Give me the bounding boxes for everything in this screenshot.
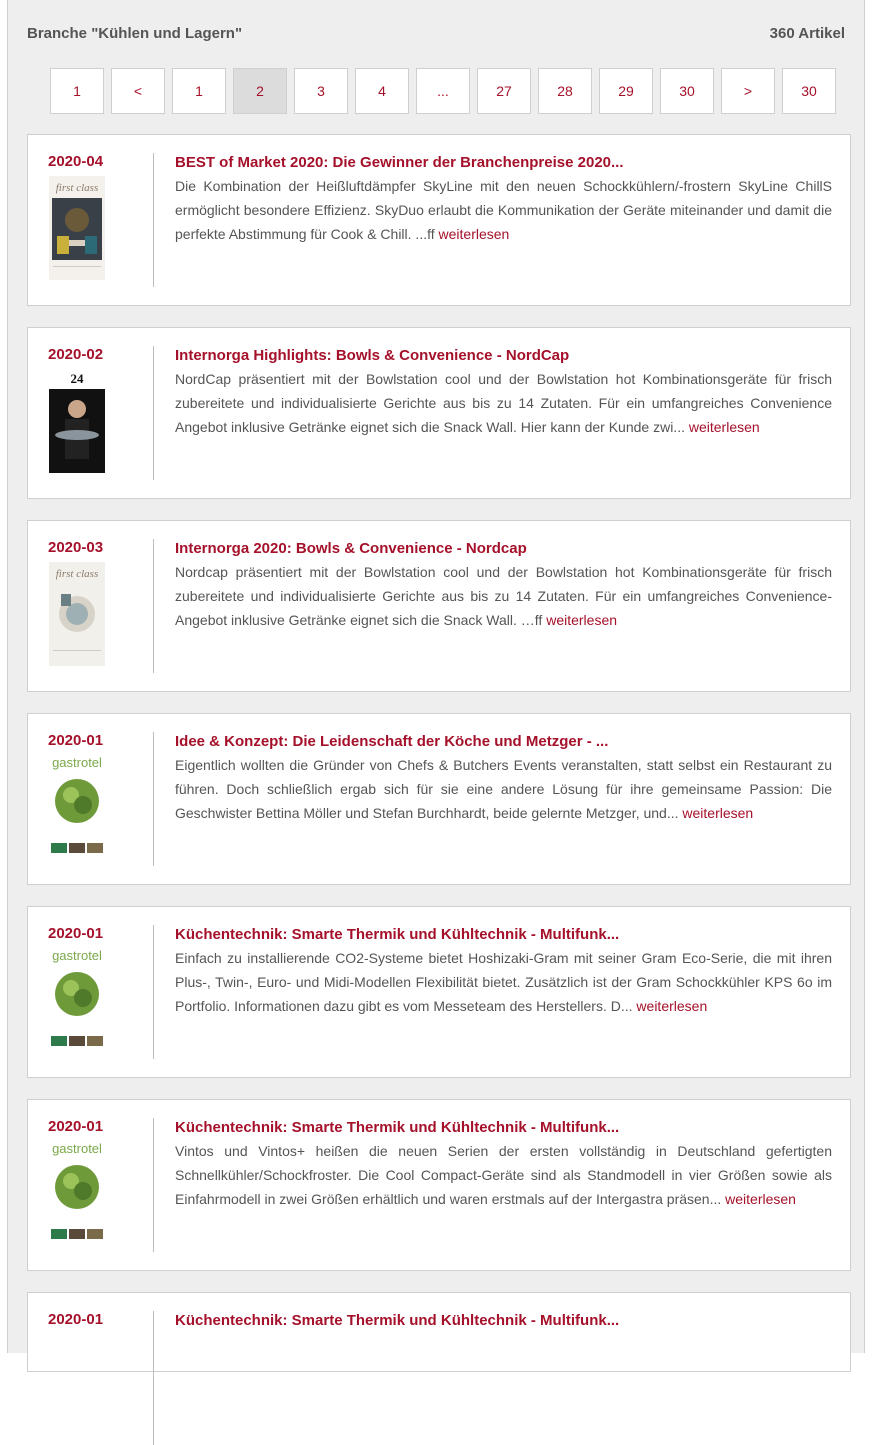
article-title-link[interactable]: Internorga 2020: Bowls & Convenience - N… — [175, 539, 832, 559]
article-date: 2020-02 — [48, 346, 104, 363]
cover-masthead: first class — [56, 182, 98, 194]
article-title-link[interactable]: Küchentechnik: Smarte Thermik und Kühlte… — [175, 1311, 832, 1331]
excerpt-text: Einfach zu installierende CO2-Systeme bi… — [175, 950, 832, 1014]
page-27-button[interactable]: 27 — [477, 68, 531, 114]
divider — [153, 1311, 154, 1445]
cover-masthead: gastrotel — [52, 755, 102, 770]
page-28-button[interactable]: 28 — [538, 68, 592, 114]
cover-masthead: first class — [56, 568, 98, 580]
article-card: 2020-01 gastrotel Idee & Konzept: Die Le… — [27, 713, 851, 885]
page-ellipsis[interactable]: ... — [416, 68, 470, 114]
article-title-link[interactable]: Küchentechnik: Smarte Thermik und Kühlte… — [175, 1118, 832, 1138]
article-card: 2020-04 first class BEST of Market 2020:… — [27, 134, 851, 306]
article-card: 2020-01 gastrotel Küchentechnik: Smarte … — [27, 1099, 851, 1271]
read-more-link[interactable]: weiterlesen — [546, 612, 617, 628]
cover-masthead: gastrotel — [52, 948, 102, 963]
divider — [153, 732, 154, 866]
page-prev-button[interactable]: < — [111, 68, 165, 114]
article-date: 2020-04 — [48, 153, 104, 170]
divider — [153, 1118, 154, 1252]
page-1-button[interactable]: 1 — [172, 68, 226, 114]
page-first-button[interactable]: 1 — [50, 68, 104, 114]
article-excerpt: Einfach zu installierende CO2-Systeme bi… — [175, 946, 832, 1018]
cover-masthead: 24 — [71, 371, 85, 386]
page-3-button[interactable]: 3 — [294, 68, 348, 114]
article-excerpt: Die Kombination der Heißluftdämpfer SkyL… — [175, 174, 832, 246]
magazine-cover-thumbnail[interactable]: first class — [49, 176, 105, 280]
pagination: 1 < 1 2 3 4 ... 27 28 29 30 > 30 — [50, 68, 836, 116]
cover-masthead: gastrotel — [52, 1141, 102, 1156]
read-more-link[interactable]: weiterlesen — [439, 226, 510, 242]
article-date: 2020-01 — [48, 732, 104, 749]
magazine-cover-thumbnail[interactable]: gastrotel — [49, 1141, 105, 1245]
divider — [153, 925, 154, 1059]
article-excerpt: Nordcap präsentiert mit der Bowlstation … — [175, 560, 832, 632]
magazine-cover-thumbnail[interactable]: 24 — [49, 369, 105, 473]
article-title-link[interactable]: BEST of Market 2020: Die Gewinner der Br… — [175, 153, 832, 173]
read-more-link[interactable]: weiterlesen — [636, 998, 707, 1014]
page-2-button-current[interactable]: 2 — [233, 68, 287, 114]
article-excerpt: NordCap präsentiert mit der Bowlstation … — [175, 367, 832, 439]
article-excerpt: Vintos und Vintos+ heißen die neuen Seri… — [175, 1139, 832, 1211]
read-more-link[interactable]: weiterlesen — [682, 805, 753, 821]
article-title-link[interactable]: Küchentechnik: Smarte Thermik und Kühlte… — [175, 925, 832, 945]
article-title-link[interactable]: Idee & Konzept: Die Leidenschaft der Köc… — [175, 732, 832, 752]
article-date: 2020-03 — [48, 539, 104, 556]
article-date: 2020-01 — [48, 1311, 104, 1328]
divider — [153, 539, 154, 673]
read-more-link[interactable]: weiterlesen — [689, 419, 760, 435]
divider — [153, 153, 154, 287]
excerpt-text: Nordcap präsentiert mit der Bowlstation … — [175, 564, 832, 628]
divider — [153, 346, 154, 480]
article-title-link[interactable]: Internorga Highlights: Bowls & Convenien… — [175, 346, 832, 366]
article-list-panel: Branche "Kühlen und Lagern" 360 Artikel … — [7, 0, 865, 1445]
article-date: 2020-01 — [48, 925, 104, 942]
article-card: 2020-02 24 Internorga Highlights: Bowls … — [27, 327, 851, 499]
article-card: 2020-03 first class Internorga 2020: Bow… — [27, 520, 851, 692]
page-last-button[interactable]: 30 — [782, 68, 836, 114]
article-count: 360 Artikel — [769, 24, 845, 42]
article-date: 2020-01 — [48, 1118, 104, 1135]
page-4-button[interactable]: 4 — [355, 68, 409, 114]
page-29-button[interactable]: 29 — [599, 68, 653, 114]
article-card: 2020-01 Küchentechnik: Smarte Thermik un… — [27, 1292, 851, 1445]
page-next-button[interactable]: > — [721, 68, 775, 114]
magazine-cover-thumbnail[interactable]: first class — [49, 562, 105, 666]
article-card: 2020-01 gastrotel Küchentechnik: Smarte … — [27, 906, 851, 1078]
article-excerpt: Eigentlich wollten die Gründer von Chefs… — [175, 753, 832, 825]
read-more-link[interactable]: weiterlesen — [725, 1191, 796, 1207]
magazine-cover-thumbnail[interactable]: gastrotel — [49, 755, 105, 859]
magazine-cover-thumbnail[interactable]: gastrotel — [49, 948, 105, 1052]
branch-title: Branche "Kühlen und Lagern" — [27, 24, 243, 42]
list-header: Branche "Kühlen und Lagern" 360 Artikel — [27, 22, 845, 44]
page-30-button[interactable]: 30 — [660, 68, 714, 114]
